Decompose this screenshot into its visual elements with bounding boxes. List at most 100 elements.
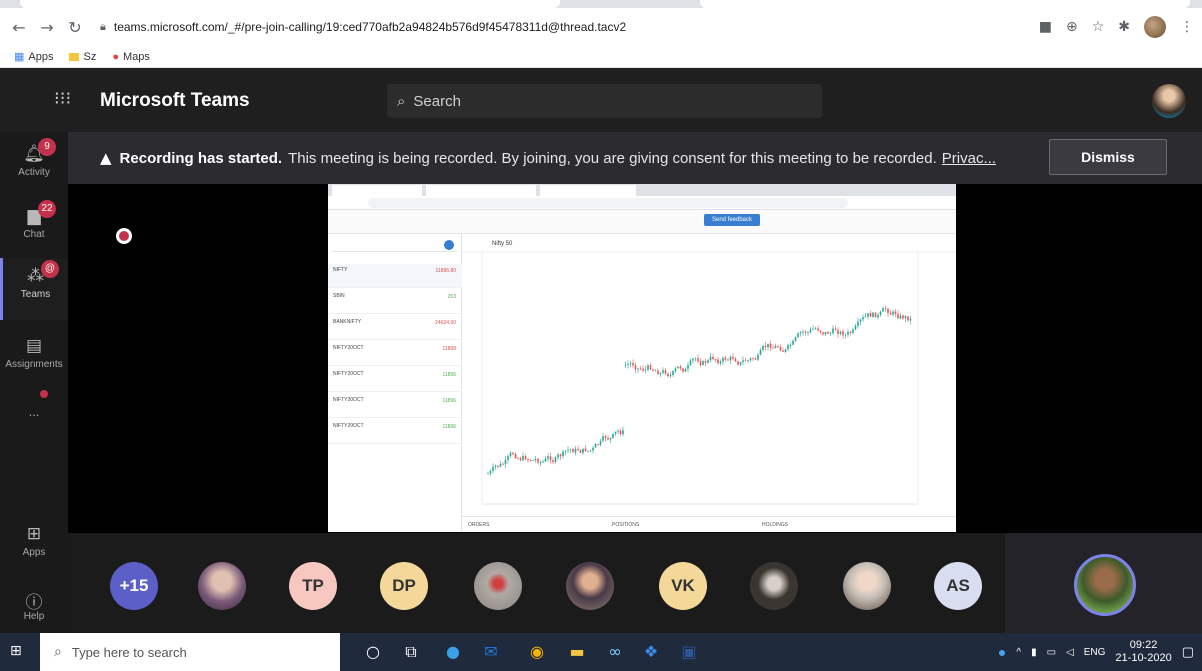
candle-body	[582, 448, 584, 453]
dismiss-button[interactable]: Dismiss	[1049, 139, 1167, 175]
rail-item-teams[interactable]: ⁂ @ Teams	[0, 258, 68, 320]
taskbar-search[interactable]: ⌕ Type here to search	[40, 633, 340, 671]
candle-body	[852, 329, 854, 333]
candle-body	[907, 316, 909, 321]
candle-body	[517, 458, 519, 459]
candle-body	[687, 365, 689, 369]
candle-body	[727, 359, 729, 361]
candle-body	[767, 343, 769, 348]
language-indicator[interactable]: ENG	[1084, 647, 1106, 658]
candle-body	[604, 436, 607, 438]
extensions-icon[interactable]: ✱	[1118, 19, 1130, 35]
mail-icon[interactable]: ✉	[480, 642, 502, 662]
candle-body	[532, 460, 534, 461]
participant-avatar[interactable]: VK	[659, 562, 707, 610]
participant-avatar[interactable]	[843, 562, 891, 610]
cortana-icon[interactable]: ○	[362, 642, 384, 662]
browser-tab[interactable]	[20, 0, 560, 8]
word-icon[interactable]: ▣	[678, 642, 700, 662]
candle-body	[702, 361, 704, 366]
recording-indicator-icon	[116, 228, 132, 244]
chevron-up-icon[interactable]: ^	[1016, 647, 1021, 658]
participant-avatar[interactable]: DP	[380, 562, 428, 610]
candle-body	[877, 314, 879, 318]
dropbox-icon[interactable]: ❖	[640, 642, 662, 662]
rail-item-apps[interactable]: ⊞ Apps	[0, 516, 68, 578]
participant-avatar[interactable]	[198, 562, 246, 610]
rail-item-chat[interactable]: ▆ 22 Chat	[0, 198, 68, 260]
user-avatar[interactable]	[1152, 84, 1186, 118]
candle-body	[624, 364, 627, 366]
candle-body	[529, 459, 532, 461]
bookmark-apps[interactable]: ▦ Apps	[14, 50, 53, 64]
candle-body	[749, 358, 752, 361]
search-icon: ⌕	[397, 92, 406, 110]
participant-avatar[interactable]	[474, 562, 522, 610]
rail-item-more[interactable]: ...	[0, 398, 68, 428]
clock[interactable]: 09:22 21-10-2020	[1115, 639, 1171, 665]
rail-label-help: Help	[23, 611, 45, 622]
candle-body	[827, 331, 829, 334]
bookmark-sz[interactable]: Sz	[69, 51, 96, 63]
task-view-icon[interactable]: ⧉	[400, 642, 422, 662]
network-icon[interactable]: ▮	[1031, 647, 1037, 658]
candle-body	[589, 450, 592, 452]
candle-body	[714, 359, 717, 360]
reload-icon[interactable]: ↻	[64, 18, 86, 37]
participant-avatar[interactable]: AS	[934, 562, 982, 610]
participant-avatar[interactable]	[750, 562, 798, 610]
privacy-link[interactable]: Privac...	[942, 150, 996, 167]
candle-body	[874, 312, 877, 318]
file-explorer-icon[interactable]: ▬	[566, 642, 588, 662]
candle-body	[654, 370, 657, 372]
candle-body	[879, 311, 882, 315]
edge-icon[interactable]: ●	[442, 642, 464, 662]
rail-label-assignments: Assignments	[5, 359, 63, 370]
candle-body	[547, 456, 549, 459]
camera-icon[interactable]: ■	[1039, 19, 1052, 35]
rail-item-activity[interactable]: 🔔︎ 9 Activity	[0, 136, 68, 198]
clock-date: 21-10-2020	[1115, 652, 1172, 664]
zoom-icon[interactable]: ⊕	[1066, 19, 1078, 35]
candle-body	[562, 451, 564, 457]
chart-svg: Nifty 50	[462, 234, 956, 516]
candle-body	[824, 331, 827, 335]
search-box[interactable]: ⌕ Search	[387, 84, 822, 118]
candle-body	[679, 366, 682, 369]
browser-tabstrip	[0, 0, 1202, 8]
menu-icon[interactable]: ⋮	[1180, 19, 1194, 35]
infinity-icon[interactable]: ∞	[604, 642, 626, 662]
candle-body	[539, 462, 542, 464]
help-tray-icon[interactable]: ●	[998, 644, 1006, 660]
candle-body	[502, 463, 504, 465]
candle-body	[752, 358, 754, 360]
volume-icon[interactable]: ◁	[1066, 647, 1074, 658]
notifications-icon[interactable]: ▢	[1182, 644, 1194, 660]
app-launcher-icon[interactable]: ⁝⁝⁝	[54, 88, 71, 109]
chrome-icon[interactable]: ◉	[526, 642, 548, 662]
url-text: teams.microsoft.com/_#/pre-join-calling/…	[113, 20, 627, 34]
candle-body	[737, 361, 739, 365]
candle-body	[672, 370, 674, 376]
browser-tab[interactable]	[700, 0, 1190, 8]
notification-dot	[40, 390, 48, 398]
candle-body	[559, 454, 562, 457]
participant-overflow-avatar[interactable]: +15	[110, 562, 158, 610]
bookmark-maps[interactable]: ● Maps	[112, 51, 150, 63]
forward-icon[interactable]: →	[36, 18, 58, 37]
url-field[interactable]: 🔒︎ teams.microsoft.com/_#/pre-join-calli…	[100, 14, 1020, 40]
back-icon[interactable]: ←	[8, 18, 30, 37]
participant-avatar[interactable]	[566, 562, 614, 610]
participant-avatar[interactable]: TP	[289, 562, 337, 610]
candle-body	[507, 455, 509, 460]
candle-body	[812, 328, 814, 330]
star-icon[interactable]: ☆	[1092, 19, 1105, 35]
candle-body	[629, 363, 632, 365]
candle-body	[524, 456, 527, 460]
windows-start-icon[interactable]: ⊞	[10, 643, 28, 661]
candle-body	[909, 318, 912, 321]
battery-icon[interactable]: ▭	[1047, 647, 1056, 658]
rail-item-assignments[interactable]: ▤ Assignments	[0, 328, 68, 390]
profile-avatar[interactable]	[1144, 16, 1166, 38]
self-avatar[interactable]	[1074, 554, 1136, 616]
